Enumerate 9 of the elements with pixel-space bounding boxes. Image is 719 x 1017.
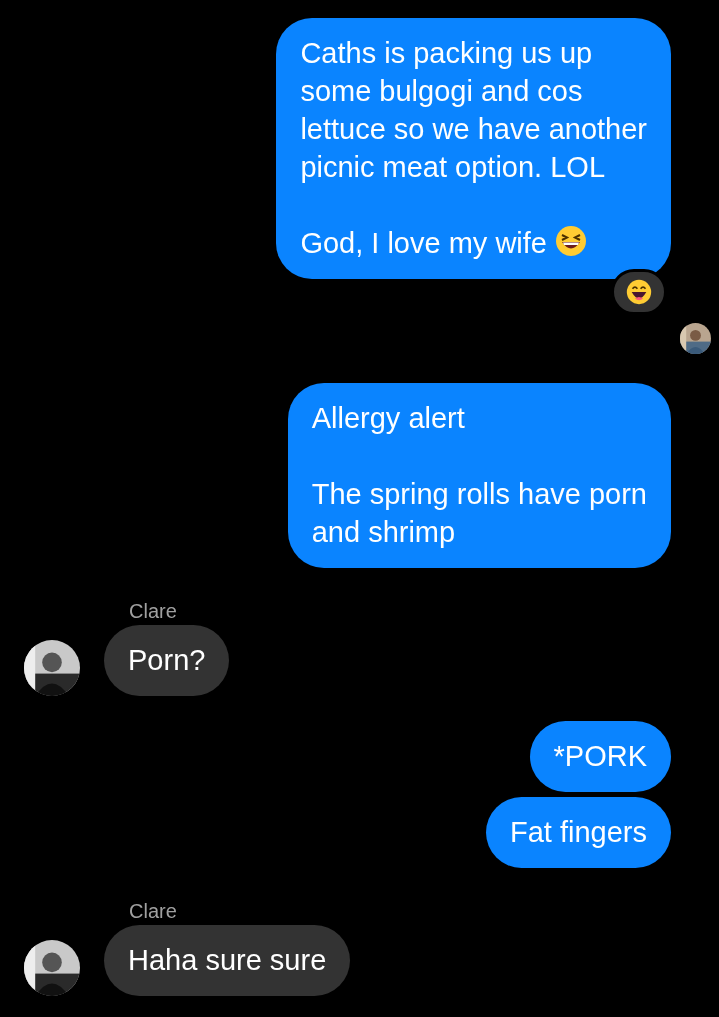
sender-name: Clare <box>128 899 178 923</box>
message-bubble: Haha sure sure <box>104 925 351 996</box>
message-bubble: Allergy alert The spring rolls have porn and shrimp <box>287 383 671 568</box>
laughing-face-icon <box>626 279 652 305</box>
message-bubble: Caths is packing us up some bulgogi and cos lettuce so we have another picnic meat option. LOL God, I love my wife <box>276 18 671 279</box>
message-bubble: Porn? <box>104 625 230 696</box>
sender-name: Clare <box>128 599 178 623</box>
message-bubble: *PORK <box>529 721 671 792</box>
message-bubble: Fat fingers <box>486 797 671 868</box>
